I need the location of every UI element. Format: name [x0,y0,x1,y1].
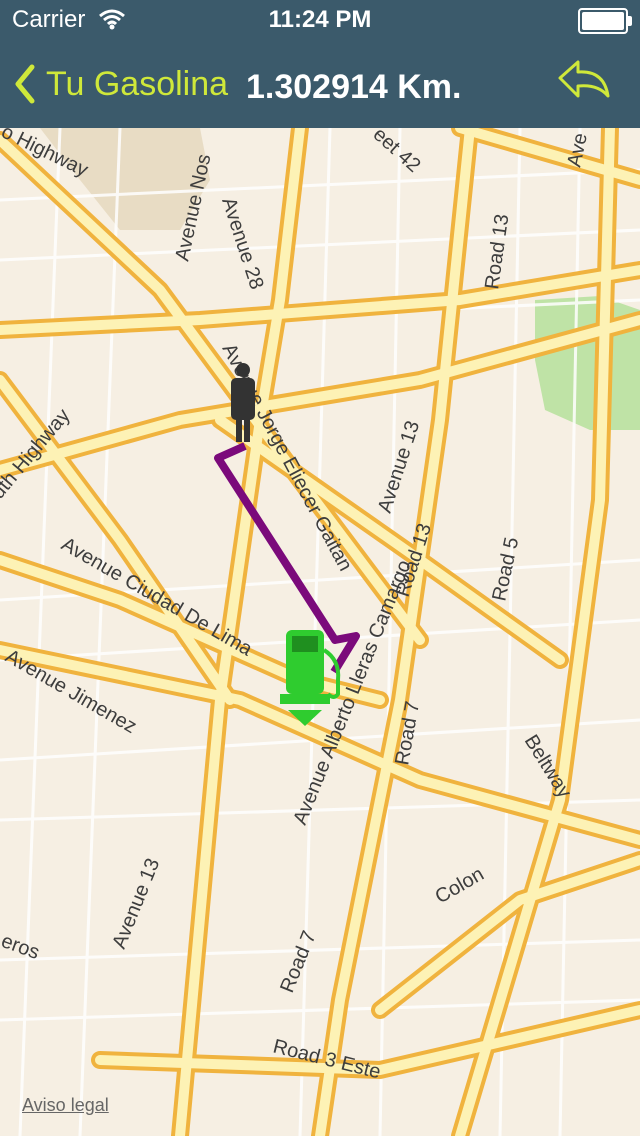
chevron-left-icon [15,64,35,104]
navigation-bar: Tu Gasolina 1.302914 Km. [0,40,640,128]
map-canvas: Avenue Jorge Eliecer Gaitan Avenue 28 Av… [0,128,640,1136]
back-button-label: Tu Gasolina [46,64,229,103]
map-view[interactable]: Avenue Jorge Eliecer Gaitan Avenue 28 Av… [0,128,640,1136]
status-bar: Carrier 11:24 PM [0,0,640,40]
back-button[interactable]: Tu Gasolina [14,60,228,108]
battery-icon [578,8,632,34]
distance-title: 1.302914 Km. [246,68,462,106]
top-bar: Carrier 11:24 PM Tu Gasolina 1.302914 Km… [0,0,640,128]
legal-notice-link[interactable]: Aviso legal [22,1095,109,1116]
reply-arrow-icon[interactable] [556,58,612,108]
clock: 11:24 PM [268,6,372,33]
